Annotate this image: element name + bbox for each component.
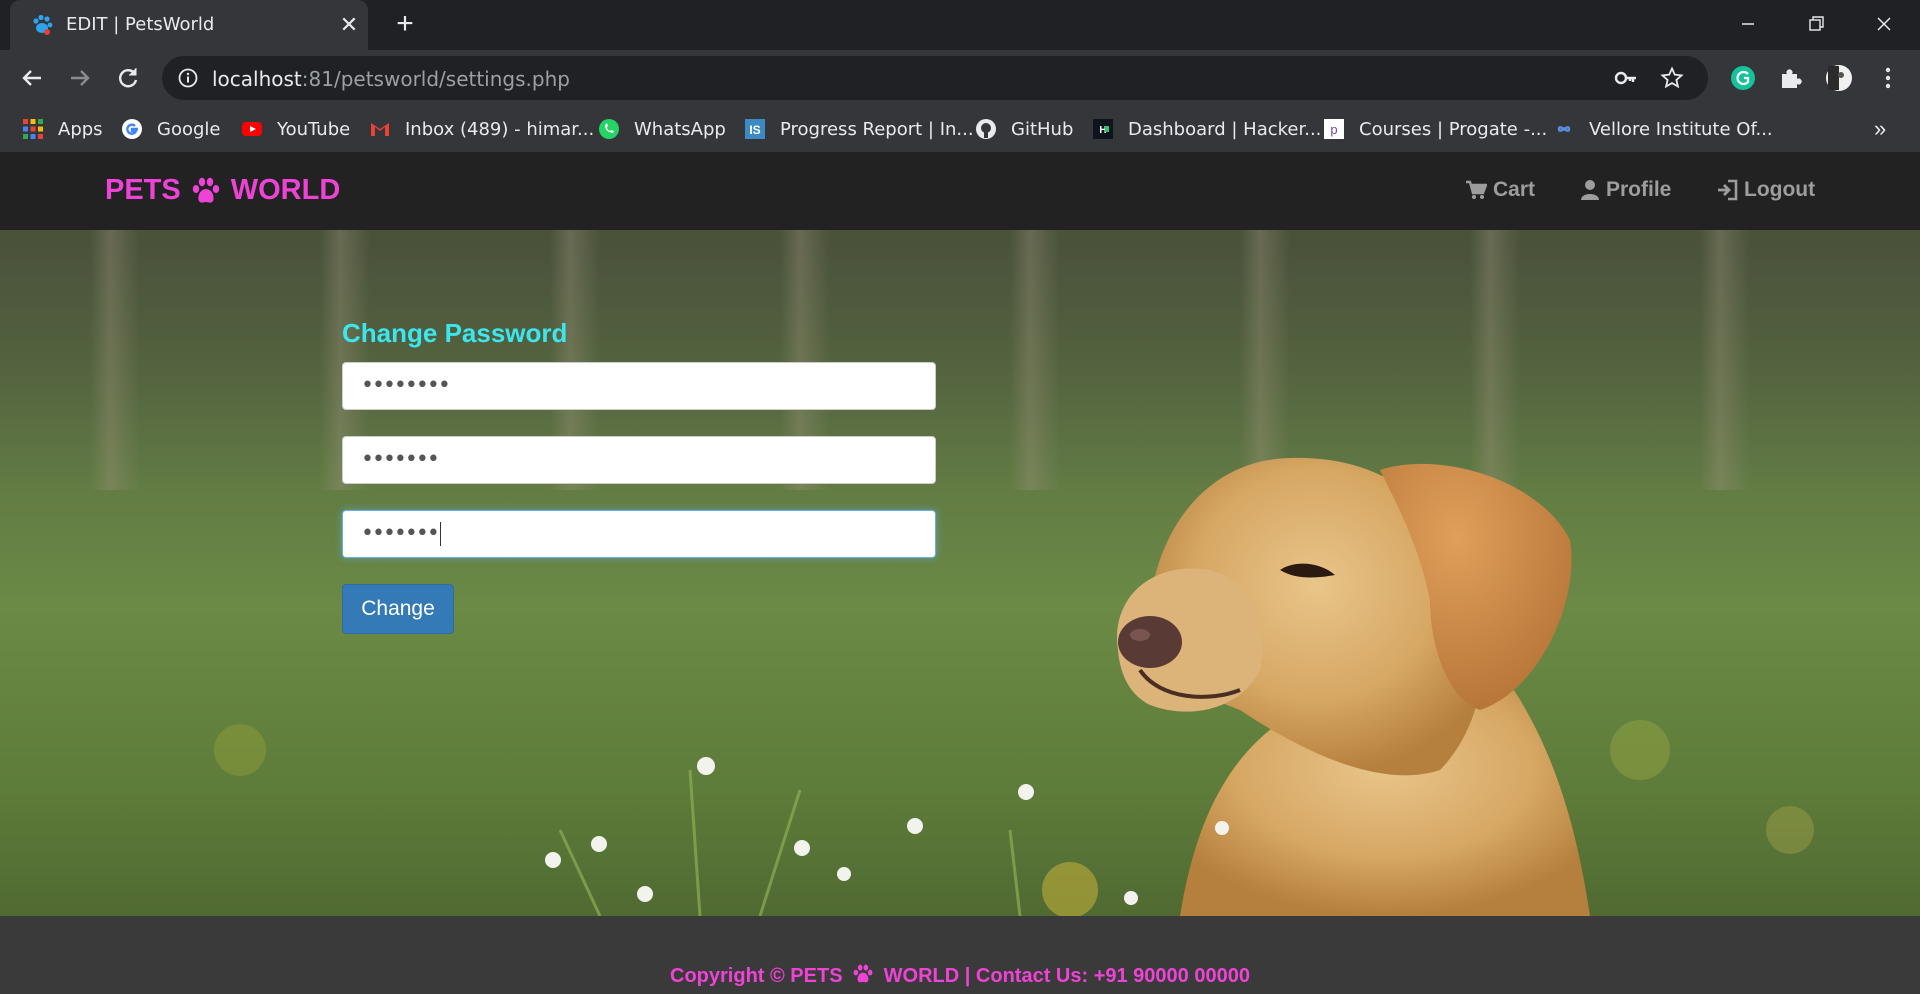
bookmark-label: YouTube — [277, 118, 351, 140]
bookmarks-bar: Apps Google YouTube Inbox (489) - himar.… — [0, 106, 1920, 152]
site-info-icon[interactable] — [178, 68, 198, 88]
footer-copyright-suffix: WORLD | Contact Us: +91 90000 00000 — [883, 965, 1250, 987]
bookmark-label: Progress Report | In... — [780, 118, 974, 140]
whatsapp-icon — [599, 119, 619, 139]
hero-background: Change Password •••••••• ••••••• •••••••… — [0, 230, 1920, 916]
form-title: Change Password — [342, 318, 568, 348]
grammarly-icon[interactable] — [1729, 64, 1757, 92]
bookmark-progate[interactable]: p Courses | Progate -... — [1323, 116, 1547, 142]
minimize-icon[interactable] — [1724, 8, 1772, 40]
nav-cart-link[interactable]: Cart — [1465, 178, 1535, 202]
bookmark-label: Apps — [58, 118, 103, 140]
profile-avatar-icon[interactable] — [1825, 64, 1853, 92]
svg-text:p: p — [1330, 122, 1337, 137]
url-text: localhost:81/petsworld/settings.php — [212, 67, 570, 91]
bookmark-vit[interactable]: Vellore Institute Of... — [1553, 116, 1773, 142]
github-icon — [976, 119, 996, 139]
bookmark-label: Google — [157, 118, 221, 140]
bookmark-star-icon[interactable] — [1660, 66, 1684, 90]
footer-copyright-prefix: Copyright © PETS — [670, 965, 843, 987]
chrome-menu-icon[interactable] — [1874, 64, 1902, 92]
nav-profile-link[interactable]: Profile — [1580, 178, 1671, 202]
footer-copyright: Copyright © PETS WORLD | Contact Us: +91… — [0, 964, 1920, 988]
vit-icon — [1557, 126, 1571, 132]
url-host: localhost — [212, 67, 302, 91]
bookmark-label: Dashboard | Hacker... — [1128, 118, 1322, 140]
confirm-password-value: ••••••• — [361, 521, 440, 546]
gmail-icon — [371, 123, 389, 136]
forward-arrow-icon[interactable] — [64, 62, 96, 94]
tab-close-icon[interactable]: ✕ — [336, 12, 362, 38]
nav-logout-label: Logout — [1744, 178, 1816, 201]
youtube-icon — [242, 122, 262, 136]
bookmark-label: WhatsApp — [634, 118, 726, 140]
new-password-field[interactable]: ••••••• — [342, 436, 936, 484]
back-arrow-icon[interactable] — [16, 62, 48, 94]
progate-icon: p — [1324, 119, 1344, 139]
nav-cart-label: Cart — [1493, 178, 1536, 201]
tab-title: EDIT | PetsWorld — [66, 14, 215, 35]
apps-grid-icon — [23, 119, 43, 139]
bookmark-label: Inbox (489) - himar... — [405, 118, 595, 140]
restore-icon[interactable] — [1792, 8, 1840, 40]
bookmark-hackerrank[interactable]: H Dashboard | Hacker... — [1092, 116, 1321, 142]
user-icon — [1581, 180, 1599, 200]
browser-tab[interactable]: EDIT | PetsWorld ✕ — [10, 0, 368, 50]
bookmark-label: Courses | Progate -... — [1359, 118, 1548, 140]
bookmark-google[interactable]: Google — [121, 116, 220, 142]
brand-text-pets: PETS — [105, 174, 181, 206]
reload-icon[interactable] — [112, 62, 144, 94]
confirm-password-field[interactable]: ••••••• — [342, 510, 936, 558]
bookmark-youtube[interactable]: YouTube — [241, 116, 350, 142]
bookmark-github[interactable]: GitHub — [975, 116, 1073, 142]
browser-tab-strip: EDIT | PetsWorld ✕ + — [0, 0, 1920, 50]
dog-in-grass-image — [214, 457, 1814, 916]
cart-icon — [1466, 180, 1487, 199]
is-icon: IS — [745, 119, 765, 139]
current-password-field[interactable]: •••••••• — [342, 362, 936, 410]
window-close-icon[interactable] — [1860, 8, 1908, 40]
bookmark-apps[interactable]: Apps — [22, 116, 103, 142]
bookmark-label: Vellore Institute Of... — [1589, 118, 1773, 140]
bookmark-progress-report[interactable]: IS Progress Report | In... — [744, 116, 974, 142]
more-bookmarks-button[interactable]: » — [1874, 116, 1886, 142]
site-footer: Copyright © PETS WORLD | Contact Us: +91… — [0, 916, 1920, 994]
paw-favicon-icon — [33, 14, 53, 35]
svg-text:IS: IS — [749, 123, 760, 137]
text-caret — [439, 522, 441, 546]
bookmark-whatsapp[interactable]: WhatsApp — [598, 116, 726, 142]
hackerrank-icon: H — [1093, 119, 1113, 139]
password-key-icon[interactable] — [1614, 67, 1638, 89]
address-bar[interactable]: localhost:81/petsworld/settings.php — [162, 56, 1708, 100]
bookmark-gmail[interactable]: Inbox (489) - himar... — [369, 116, 594, 142]
browser-toolbar: localhost:81/petsworld/settings.php — [0, 50, 1920, 106]
brand-text-world: WORLD — [230, 174, 341, 206]
logout-icon — [1718, 179, 1738, 201]
brand-logo[interactable]: PETS WORLD — [105, 174, 340, 207]
bookmark-label: GitHub — [1011, 118, 1074, 140]
url-path: :81/petsworld/settings.php — [301, 67, 570, 91]
extensions-puzzle-icon[interactable] — [1777, 64, 1805, 92]
footer-paw-icon — [853, 964, 873, 983]
site-navbar: PETS WORLD Cart Profile Logout — [0, 152, 1920, 231]
google-icon — [122, 119, 142, 139]
new-tab-icon[interactable]: + — [390, 9, 420, 40]
change-password-button[interactable]: Change — [342, 584, 454, 634]
nav-logout-link[interactable]: Logout — [1716, 178, 1815, 202]
nav-profile-label: Profile — [1606, 178, 1672, 201]
paw-icon — [192, 177, 219, 203]
